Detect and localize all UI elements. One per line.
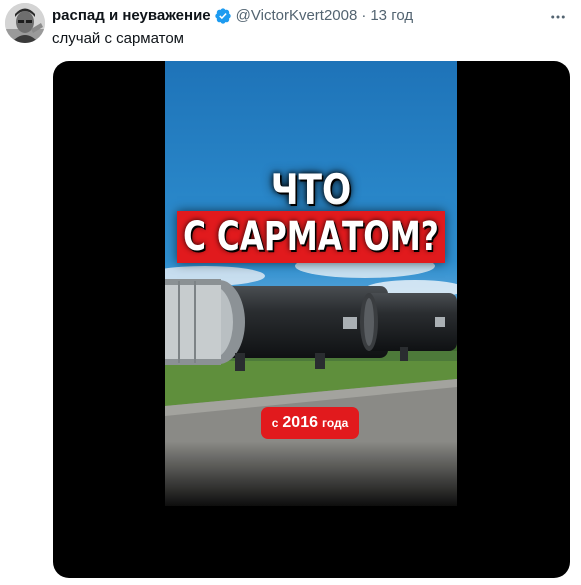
video-headline-line2: С САРМАТОМ? <box>183 214 439 260</box>
badge-prefix: с <box>271 416 279 430</box>
badge-suffix: года <box>321 416 349 430</box>
video-headline-banner: С САРМАТОМ? <box>177 211 445 263</box>
since-year-badge: с 2016 года <box>261 407 359 439</box>
more-horizontal-icon <box>551 15 565 19</box>
video-headline-line1: ЧТО <box>270 165 352 214</box>
verified-badge-icon <box>214 8 231 24</box>
author-display-name[interactable]: распад и неуважение <box>52 6 211 26</box>
video-media[interactable]: ЧТО С САРМАТОМ? с 2016 года <box>53 61 570 578</box>
tweet-header: распад и неуважение @VictorKvert2008 · 1… <box>52 6 541 26</box>
missile-scene-image <box>165 61 457 506</box>
badge-year: 2016 <box>282 414 318 431</box>
video-thumbnail: ЧТО С САРМАТОМ? с 2016 года <box>165 61 457 506</box>
author-handle[interactable]: @VictorKvert2008 <box>236 6 358 26</box>
tweet-timestamp[interactable]: 13 год <box>370 6 413 26</box>
separator-dot: · <box>361 7 367 24</box>
more-options-button[interactable] <box>545 4 571 30</box>
tweet-text: случай с сарматом <box>52 30 184 47</box>
avatar[interactable] <box>5 3 45 43</box>
tweet: распад и неуважение @VictorKvert2008 · 1… <box>0 0 581 585</box>
